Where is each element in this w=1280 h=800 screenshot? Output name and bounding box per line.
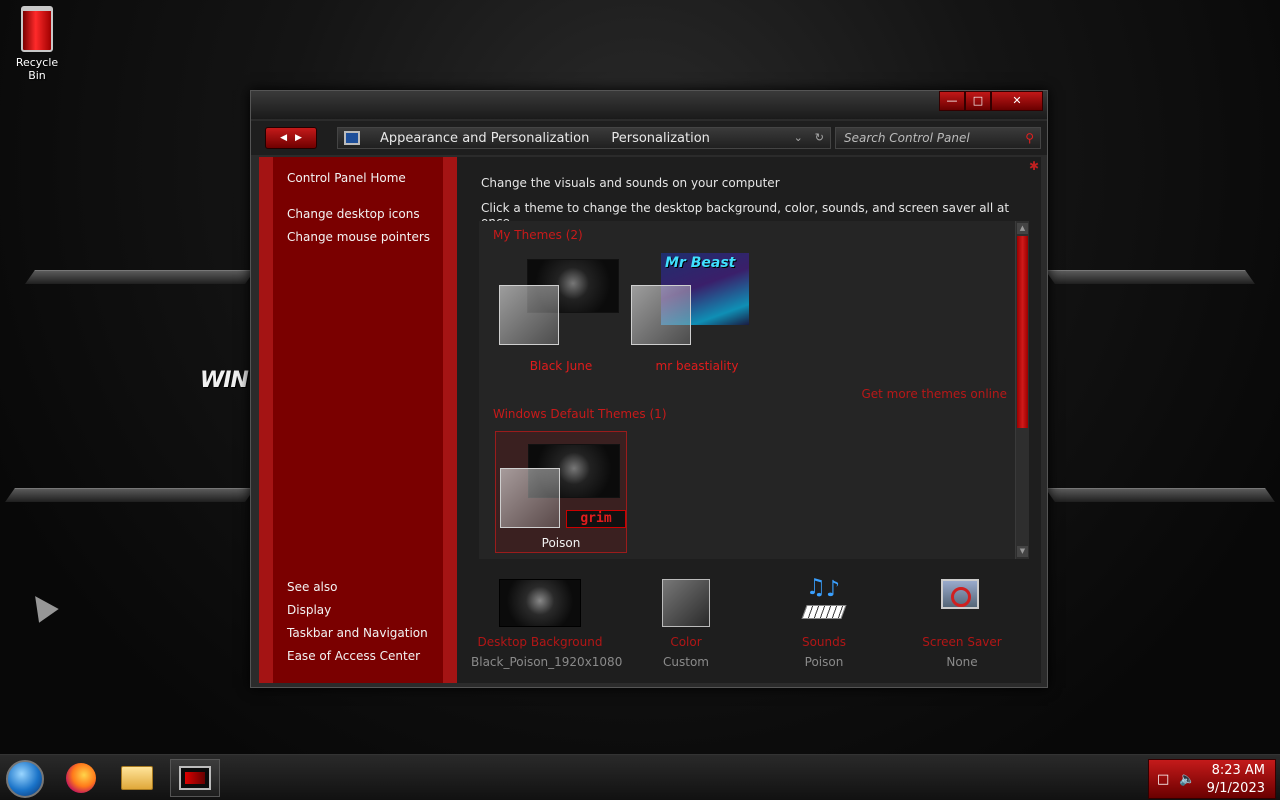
page-title: Change the visuals and sounds on your co… [481,176,780,190]
setting-value: None [946,655,978,669]
personalization-window: — □ ✕ ◀ ▶ Appearance and Personalization… [250,90,1048,688]
tray-icons: □ 🔈 [1157,772,1195,787]
color-icon [617,579,755,629]
wallpaper-wing [5,488,255,502]
get-more-themes-link[interactable]: Get more themes online [861,387,1007,401]
address-bar[interactable]: Appearance and Personalization Personali… [337,127,831,149]
theme-settings-bar: Desktop Background Black_Poison_1920x108… [471,575,1031,677]
system-tray: □ 🔈 8:23 AM 9/1/2023 [1148,759,1276,799]
mouse-cursor-icon [25,589,59,623]
scroll-up-icon[interactable]: ▲ [1017,223,1028,234]
sounds-setting[interactable]: ♫ ♪ Sounds Poison [755,575,893,669]
wallpaper-wing [1045,488,1275,502]
address-bar-area: ◀ ▶ Appearance and Personalization Perso… [251,121,1047,155]
theme-black-june[interactable]: Black June [495,251,627,373]
main-content-pane: ✱ Change the visuals and sounds on your … [457,157,1041,683]
setting-label[interactable]: Desktop Background [471,635,609,649]
maximize-button[interactable]: □ [965,91,991,111]
desktop-background-setting[interactable]: Desktop Background Black_Poison_1920x108… [471,577,623,669]
my-themes-heading: My Themes (2) [493,228,583,242]
title-bar[interactable]: — □ ✕ [251,91,1047,119]
screen-saver-icon [893,579,1031,629]
screen-saver-setting[interactable]: Screen Saver None [893,577,1031,669]
forward-arrow-icon[interactable]: ▶ [295,133,302,143]
network-icon[interactable]: □ [1157,772,1169,787]
change-mouse-pointers-link[interactable]: Change mouse pointers [287,230,430,244]
scroll-down-icon[interactable]: ▼ [1017,546,1028,557]
taskbar: □ 🔈 8:23 AM 9/1/2023 [0,754,1280,800]
theme-color-swatch [500,468,560,528]
wallpaper-wing [1045,270,1255,284]
minimize-button[interactable]: — [939,91,965,111]
theme-color-swatch [631,285,691,345]
clock-date[interactable]: 9/1/2023 [1207,781,1265,796]
recycle-bin-label: Recycle Bin [15,56,59,82]
setting-value: Black_Poison_1920x1080 [471,655,623,669]
back-arrow-icon[interactable]: ◀ [280,133,287,143]
theme-name: Poison [541,536,581,550]
taskbar-navigation-link[interactable]: Taskbar and Navigation [287,626,428,640]
volume-icon[interactable]: 🔈 [1179,772,1195,787]
see-also-heading: See also [287,580,338,594]
desktop-background-icon [471,579,609,629]
default-themes-heading: Windows Default Themes (1) [493,407,667,421]
color-setting[interactable]: Color Custom [617,577,755,669]
theme-mr-beastiality[interactable]: Mr Beast mr beastiality [631,251,763,373]
start-button[interactable] [6,760,44,798]
thumbnail-text: Mr Beast [665,255,736,271]
left-navigation-pane: Control Panel Home Change desktop icons … [259,157,457,683]
firefox-icon [66,763,96,793]
theme-list: My Themes (2) Black June Mr Beast mr bea… [479,221,1029,559]
breadcrumb-appearance[interactable]: Appearance and Personalization [380,131,589,146]
ease-of-access-link[interactable]: Ease of Access Center [287,649,420,663]
recycle-bin-icon [21,6,53,52]
theme-poison[interactable]: grim Poison [495,431,627,553]
search-icon[interactable]: ⚲ [1025,131,1034,145]
refresh-icon[interactable]: ↻ [815,131,824,144]
clock-time[interactable]: 8:23 AM [1212,763,1265,778]
search-placeholder: Search Control Panel [844,131,970,145]
setting-label[interactable]: Screen Saver [893,635,1031,649]
theme-name: Black June [529,359,593,373]
setting-value: Poison [804,655,844,669]
caption-buttons: — □ ✕ [939,91,1043,111]
wallpaper-logo-text: WIN [200,368,249,393]
theme-badge: grim [566,510,626,528]
taskbar-app-control-panel[interactable] [170,759,220,797]
setting-label[interactable]: Sounds [755,635,893,649]
search-input[interactable]: Search Control Panel ⚲ [835,127,1041,149]
wallpaper-wing [25,270,255,284]
navigation-buttons: ◀ ▶ [265,127,317,149]
control-panel-icon [179,766,211,790]
control-panel-icon [344,131,360,145]
setting-label[interactable]: Color [617,635,755,649]
sounds-icon: ♫ ♪ [755,575,893,629]
taskbar-app-file-explorer[interactable] [112,759,162,797]
address-controls: ⌄ ↻ [794,131,824,144]
setting-value: Custom [663,655,709,669]
theme-list-scrollbar[interactable]: ▲ ▼ [1015,221,1029,559]
theme-name: mr beastiality [655,359,739,373]
folder-icon [121,766,153,790]
close-button[interactable]: ✕ [991,91,1043,111]
theme-color-swatch [499,285,559,345]
address-dropdown-icon[interactable]: ⌄ [794,131,803,144]
help-icon[interactable]: ✱ [1029,159,1039,173]
breadcrumb-personalization[interactable]: Personalization [611,131,710,146]
scrollbar-thumb[interactable] [1017,236,1028,428]
display-link[interactable]: Display [287,603,331,617]
taskbar-app-firefox[interactable] [56,759,106,797]
desktop-icon-recycle-bin[interactable]: Recycle Bin [6,6,68,82]
change-desktop-icons-link[interactable]: Change desktop icons [287,207,420,221]
control-panel-home-link[interactable]: Control Panel Home [287,171,406,185]
